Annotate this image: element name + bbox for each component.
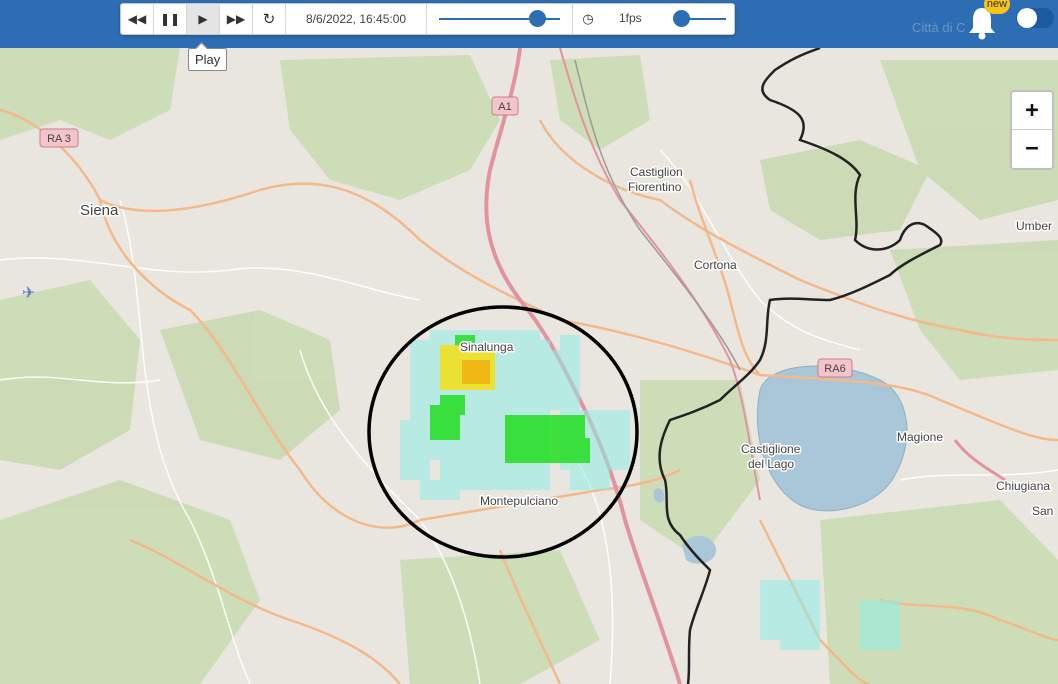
play-icon: ▶ — [198, 12, 208, 26]
label-san: San — [1032, 504, 1053, 518]
reload-icon: ↻ — [262, 10, 276, 28]
label-siena: Siena — [80, 202, 119, 219]
zoom-control: + − — [1010, 90, 1054, 170]
rewind-button[interactable]: ◀◀ — [121, 4, 154, 34]
label-sinalunga: Sinalunga — [460, 340, 514, 354]
svg-text:A1: A1 — [498, 101, 511, 113]
pause-button[interactable]: ❚❚ — [154, 4, 187, 34]
map-watermark: Città di C — [912, 20, 966, 35]
label-castiglione: Castiglione — [741, 442, 801, 456]
label-chiugiana: Chiugiana — [996, 479, 1050, 493]
clock-icon: ◷ — [582, 11, 594, 27]
label-magione: Magione — [897, 430, 943, 444]
zoom-in-button[interactable]: + — [1012, 92, 1052, 130]
label-umber: Umber — [1016, 219, 1052, 233]
fps-slider[interactable]: 1fps — [603, 4, 734, 34]
svg-text:RA 3: RA 3 — [47, 133, 71, 145]
rewind-icon: ◀◀ — [127, 12, 147, 26]
time-slider-handle[interactable] — [529, 10, 547, 27]
timestamp-display: 8/6/2022, 16:45:00 — [286, 4, 427, 34]
label-castiglion: Castiglion — [630, 165, 683, 179]
play-tooltip: Play — [188, 48, 228, 71]
road-shield-a1: A1 — [491, 96, 519, 116]
time-slider[interactable] — [427, 4, 573, 34]
fps-label: 1fps — [619, 11, 642, 25]
label-fiorentino: Fiorentino — [628, 180, 682, 194]
road-shield-ra3: RA 3 — [39, 128, 79, 148]
layer-toggle[interactable] — [1016, 8, 1054, 28]
pause-icon: ❚❚ — [159, 12, 181, 26]
fast-forward-button[interactable]: ▶▶ — [220, 4, 253, 34]
zoom-out-button[interactable]: − — [1012, 130, 1052, 167]
label-cortona: Cortona — [694, 258, 737, 272]
road-shield-ra6: RA6 — [817, 358, 853, 378]
svg-text:RA6: RA6 — [824, 363, 845, 375]
fps-slider-handle[interactable] — [673, 10, 690, 27]
play-button[interactable]: ▶ — [187, 4, 220, 34]
reload-button[interactable]: ↻ — [253, 4, 286, 34]
label-del-lago: del Lago — [748, 457, 794, 471]
map-canvas[interactable]: A1 RA 3 RA6 ✈ Siena Castiglion Fiorentin… — [0, 48, 1058, 684]
playback-control: ◀◀ ❚❚ ▶ ▶▶ ↻ 8/6/2022, 16:45:00 ◷ 1fps — [120, 3, 735, 35]
new-badge: new — [984, 0, 1010, 14]
label-montepulciano: Montepulciano — [480, 494, 558, 508]
toggle-knob — [1017, 8, 1037, 28]
airplane-icon: ✈ — [22, 283, 35, 302]
fast-forward-icon: ▶▶ — [226, 12, 246, 26]
